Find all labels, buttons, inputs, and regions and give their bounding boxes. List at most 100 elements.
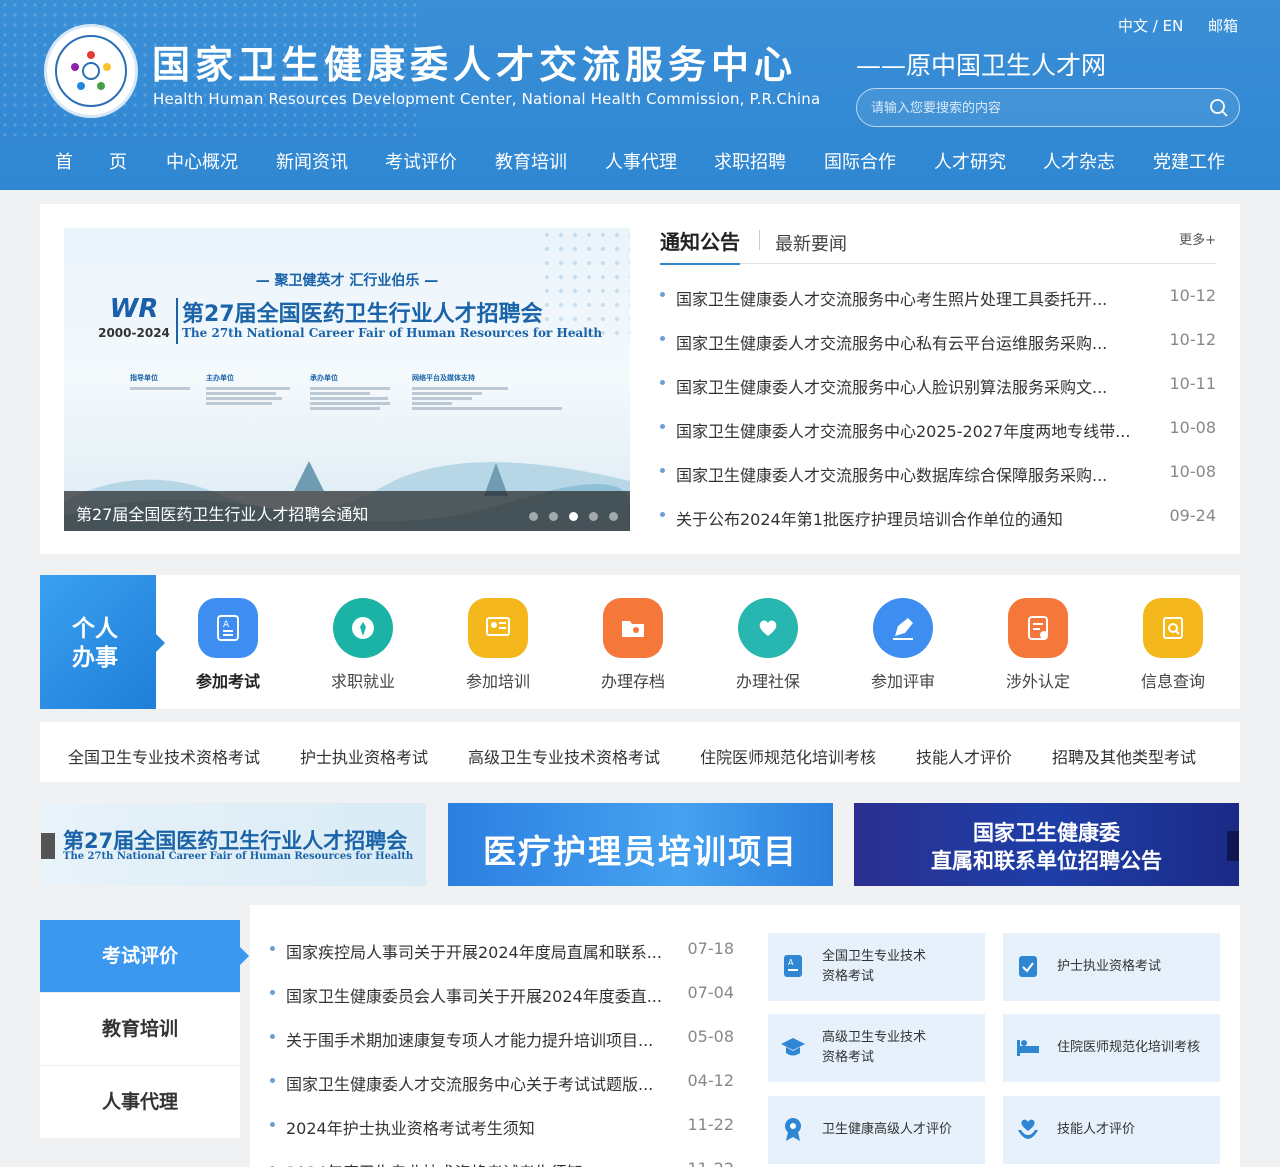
tab-education[interactable]: 教育培训 [40,993,240,1066]
search-input[interactable] [871,97,1191,119]
notice-title[interactable]: 国家卫生健康委人才交流服务中心考生照片处理工具委托开... [676,286,1107,310]
notice-tabs: 通知公告 最新要闻 更多+ [660,222,1216,265]
search-icon[interactable] [1209,98,1229,118]
list-item[interactable]: 2024年度卫生专业技术资格考试考生须知 11-22 [270,1150,734,1167]
list-item[interactable]: 国家卫生健康委员会人事司关于开展2024年度委直... 07-04 [270,974,734,1018]
card-line2: 资格考试 [822,969,875,984]
banner-logo: WR 2000-2024 [94,294,174,340]
service-exam[interactable]: A 参加考试 [183,598,273,692]
banner-caption-bar: 第27届全国医药卫生行业人才招聘会通知 [64,491,630,531]
list-item[interactable]: 国家卫生健康委人才交流服务中心关于考试试题版... 04-12 [270,1062,734,1106]
list-item[interactable]: 国家卫生健康委人才交流服务中心人脸识别算法服务采购文... 10-11 [660,364,1216,408]
news-title[interactable]: 国家疾控局人事司关于开展2024年度局直属和联系... [286,939,662,963]
tab-notices[interactable]: 通知公告 [660,226,740,265]
nav-research[interactable]: 人才研究 [934,148,1006,174]
carousel-dot-active[interactable] [569,512,578,521]
site-header: 国家卫生健康委人才交流服务中心 Health Human Resources D… [0,0,1280,190]
notice-title[interactable]: 国家卫生健康委人才交流服务中心私有云平台运维服务采购... [676,330,1107,354]
nav-education[interactable]: 教育培训 [495,148,567,174]
exam-link[interactable]: 全国卫生专业技术资格考试 [68,744,260,768]
review-icon [873,598,933,658]
service-foreign[interactable]: 涉外认定 [993,598,1083,692]
tab-latest-news[interactable]: 最新要闻 [775,230,847,256]
banner-carousel[interactable]: — 聚卫健英才 汇行业伯乐 — WR 2000-2024 第27届全国医药卫生行… [64,228,630,531]
banner-caption[interactable]: 第27届全国医药卫生行业人才招聘会通知 [76,501,368,525]
service-review[interactable]: 参加评审 [858,598,948,692]
exam-link[interactable]: 招聘及其他类型考试 [1052,744,1196,768]
ad-nursing-training[interactable]: 医疗护理员培训项目 [448,803,833,886]
service-label: 涉外认定 [1005,672,1070,691]
list-item[interactable]: 国家卫生健康委人才交流服务中心私有云平台运维服务采购... 10-12 [660,320,1216,364]
service-label: 参加考试 [195,672,260,691]
section-tabs: 考试评价 教育培训 人事代理 [40,920,249,1139]
news-title[interactable]: 国家卫生健康委人才交流服务中心关于考试试题版... [286,1071,653,1095]
service-archive[interactable]: 办理存档 [588,598,678,692]
banner-title: 第27届全国医药卫生行业人才招聘会 [182,302,543,327]
news-title[interactable]: 国家卫生健康委员会人事司关于开展2024年度委直... [286,983,662,1007]
organizer-col: 主办单位 [206,373,306,407]
news-date: 11-22 [687,1115,735,1134]
foreign-icon [1008,598,1068,658]
more-link[interactable]: 更多+ [1179,229,1216,248]
news-title[interactable]: 2024年度卫生专业技术资格考试考生须知 [286,1159,583,1167]
list-item[interactable]: 关于公布2024年第1批医疗护理员培训合作单位的通知 09-24 [660,496,1216,540]
news-title[interactable]: 关于围手术期加速康复专项人才能力提升培训项目... [286,1027,653,1051]
card-senior-talent[interactable]: 卫生健康高级人才评价 [768,1096,985,1164]
card-senior-exam[interactable]: 高级卫生专业技术 资格考试 [768,1014,985,1082]
tab-personnel[interactable]: 人事代理 [40,1066,240,1139]
list-item[interactable]: 国家卫生健康委人才交流服务中心2025-2027年度两地专线带... 10-08 [660,408,1216,452]
notice-title[interactable]: 国家卫生健康委人才交流服务中心人脸识别算法服务采购文... [676,374,1107,398]
service-label: 求职就业 [330,672,395,691]
tab-exam-evaluation[interactable]: 考试评价 [40,920,249,993]
list-item[interactable]: 国家卫生健康委人才交流服务中心数据库综合保障服务采购... 10-08 [660,452,1216,496]
card-national-exam[interactable]: A 全国卫生专业技术 资格考试 [768,933,985,1001]
nav-home[interactable]: 首 页 [55,148,127,174]
service-social-security[interactable]: 办理社保 [723,598,813,692]
card-line1: 护士执业资格考试 [1057,959,1162,974]
language-switch[interactable]: 中文 / EN [1118,15,1183,36]
card-resident-training[interactable]: 住院医师规范化培训考核 [1003,1014,1220,1082]
notice-title[interactable]: 国家卫生健康委人才交流服务中心2025-2027年度两地专线带... [676,418,1130,442]
banner-years: 2000-2024 [98,326,170,340]
notice-title[interactable]: 关于公布2024年第1批医疗护理员培训合作单位的通知 [676,506,1063,530]
exam-link[interactable]: 住院医师规范化培训考核 [700,744,876,768]
mail-link[interactable]: 邮箱 [1208,15,1238,36]
service-job[interactable]: 求职就业 [318,598,408,692]
nav-magazine[interactable]: 人才杂志 [1043,148,1115,174]
list-item[interactable]: 关于围手术期加速康复专项人才能力提升培训项目... 05-08 [270,1018,734,1062]
ad-title-line2: 直属和联系单位招聘公告 [931,849,1162,873]
nav-exam[interactable]: 考试评价 [385,148,457,174]
service-label: 办理社保 [735,672,800,691]
news-title[interactable]: 2024年护士执业资格考试考生须知 [286,1115,535,1139]
nav-personnel[interactable]: 人事代理 [605,148,677,174]
notice-title[interactable]: 国家卫生健康委人才交流服务中心数据库综合保障服务采购... [676,462,1107,486]
site-logo[interactable] [44,24,138,118]
list-item[interactable]: 国家疾控局人事司关于开展2024年度局直属和联系... 07-18 [270,930,734,974]
list-item[interactable]: 2024年护士执业资格考试考生须知 11-22 [270,1106,734,1150]
nav-party[interactable]: 党建工作 [1153,148,1225,174]
carousel-dot[interactable] [549,512,558,521]
service-query[interactable]: 信息查询 [1128,598,1218,692]
card-nurse-exam[interactable]: 护士执业资格考试 [1003,933,1220,1001]
card-skill-talent[interactable]: 技能人才评价 [1003,1096,1220,1164]
exam-link[interactable]: 技能人才评价 [916,744,1012,768]
ad-recruitment[interactable]: 国家卫生健康委 直属和联系单位招聘公告 [854,803,1239,886]
exam-link[interactable]: 高级卫生专业技术资格考试 [468,744,660,768]
list-item[interactable]: 国家卫生健康委人才交流服务中心考生照片处理工具委托开... 10-12 [660,276,1216,320]
nav-jobs[interactable]: 求职招聘 [714,148,786,174]
svg-text:A: A [223,620,230,630]
exam-link[interactable]: 护士执业资格考试 [300,744,428,768]
nav-about[interactable]: 中心概况 [166,148,238,174]
ad-career-fair[interactable]: 第27届全国医药卫生行业人才招聘会 The 27th National Care… [41,803,426,886]
carousel-dot[interactable] [589,512,598,521]
nav-news[interactable]: 新闻资讯 [276,148,348,174]
notice-list: 国家卫生健康委人才交流服务中心考生照片处理工具委托开... 10-12 国家卫生健… [660,276,1216,540]
carousel-dot[interactable] [609,512,618,521]
notice-date: 09-24 [1169,506,1217,525]
news-date: 05-08 [687,1027,735,1046]
ad-title-line1: 国家卫生健康委 [973,821,1120,845]
service-training[interactable]: 参加培训 [453,598,543,692]
nav-international[interactable]: 国际合作 [824,148,896,174]
carousel-dot[interactable] [529,512,538,521]
site-slogan: ——原中国卫生人才网 [856,51,1107,80]
